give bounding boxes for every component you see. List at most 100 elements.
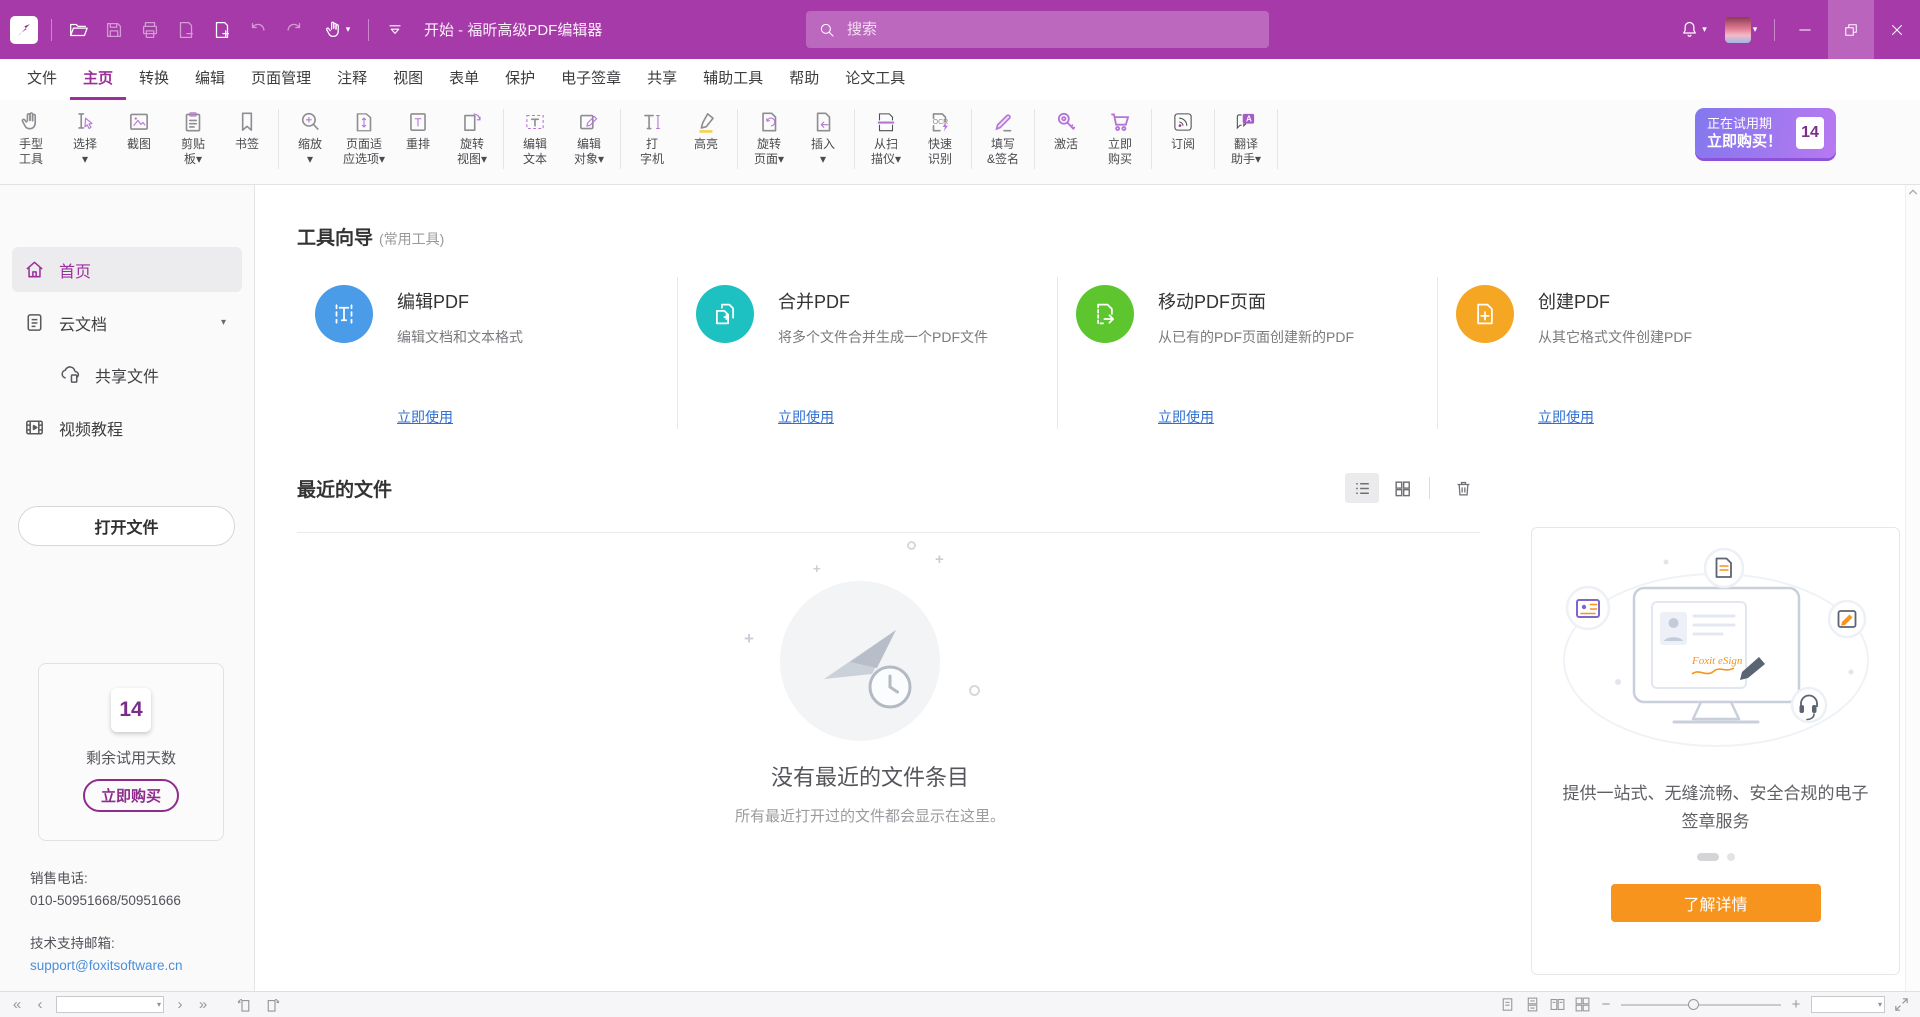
cloud-docs-caret-icon[interactable]: ▾	[221, 317, 226, 328]
user-avatar[interactable]	[1725, 17, 1751, 43]
rotate-pages-button[interactable]: 旋转 页面▾	[742, 107, 796, 169]
hand-tool-button[interactable]: 手型 工具	[4, 107, 58, 169]
next-view-icon[interactable]	[263, 996, 281, 1014]
menu-paper-tools[interactable]: 论文工具	[832, 61, 918, 100]
page-number-caret-icon[interactable]: ▾	[157, 1001, 161, 1009]
edit-object-button[interactable]: 编辑 对象▾	[562, 107, 616, 169]
sales-phone-label: 销售电话:	[30, 868, 181, 890]
use-now-link[interactable]: 立即使用	[1158, 407, 1214, 427]
previous-page-button[interactable]: ‹	[33, 997, 47, 1012]
content-scrollbar[interactable]	[1905, 185, 1920, 991]
single-page-view-icon[interactable]	[1499, 996, 1516, 1013]
learn-more-button[interactable]: 了解详情	[1611, 884, 1821, 922]
undo-button[interactable]	[241, 13, 275, 47]
facing-continuous-view-icon[interactable]	[1574, 996, 1591, 1013]
insert-pages-button[interactable]	[205, 13, 239, 47]
menu-edit[interactable]: 编辑	[182, 61, 238, 100]
clipboard-button[interactable]: 剪贴 板▾	[166, 107, 220, 169]
continuous-view-icon[interactable]	[1524, 996, 1541, 1013]
minimize-button[interactable]	[1782, 0, 1828, 59]
typewriter-button[interactable]: 打 字机	[625, 107, 679, 169]
account-button[interactable]: ▾	[1715, 13, 1767, 47]
bookmark-button[interactable]: 书签	[220, 107, 274, 154]
zoom-out-button[interactable]: −	[1599, 997, 1613, 1012]
rotate-view-button[interactable]: 旋转 视图▾	[445, 107, 499, 169]
sidebar-item-cloud-docs[interactable]: 云文档 ▾	[12, 300, 242, 345]
buy-now-pill-button[interactable]: 立即购买	[83, 779, 179, 812]
zoom-slider-handle[interactable]	[1688, 999, 1699, 1010]
card-edit-pdf[interactable]: 编辑PDF 编辑文档和文本格式 立即使用	[297, 277, 677, 429]
search-box[interactable]	[806, 11, 1269, 48]
notifications-button[interactable]: ▾	[1671, 13, 1715, 47]
menu-page-management[interactable]: 页面管理	[238, 61, 324, 100]
clear-recent-trash-button[interactable]	[1446, 473, 1480, 503]
page-number-input[interactable]	[57, 997, 157, 1012]
zoom-level-caret-icon[interactable]: ▾	[1878, 1001, 1882, 1009]
foxit-logo-icon[interactable]	[10, 16, 38, 44]
use-now-link[interactable]: 立即使用	[778, 407, 834, 427]
snapshot-button[interactable]: 截图	[112, 107, 166, 154]
save-button[interactable]	[97, 13, 131, 47]
menu-convert[interactable]: 转换	[126, 61, 182, 100]
open-file-button[interactable]	[61, 13, 95, 47]
search-input[interactable]	[845, 20, 1257, 39]
menu-comment[interactable]: 注释	[324, 61, 380, 100]
card-move-pdf-pages[interactable]: 移动PDF页面 从已有的PDF页面创建新的PDF 立即使用	[1057, 277, 1437, 429]
grid-view-button[interactable]	[1385, 473, 1419, 503]
sidebar-item-video-tutorials[interactable]: 视频教程	[12, 405, 242, 450]
buy-now-button[interactable]: 立即 购买	[1093, 107, 1147, 169]
support-email-link[interactable]: support@foxitsoftware.cn	[30, 955, 183, 977]
print-button[interactable]	[133, 13, 167, 47]
menu-protect[interactable]: 保护	[492, 61, 548, 100]
page-fit-options-button[interactable]: 页面适 应选项▾	[337, 107, 391, 169]
menu-esign[interactable]: 电子签章	[548, 61, 634, 100]
scroll-up-icon[interactable]	[1908, 188, 1918, 196]
quick-ocr-button[interactable]: OCR 快速 识别	[913, 107, 967, 169]
carousel-dot[interactable]	[1727, 853, 1735, 861]
previous-view-icon[interactable]	[236, 996, 254, 1014]
use-now-link[interactable]: 立即使用	[397, 407, 453, 427]
sidebar-item-home[interactable]: 首页	[12, 247, 242, 292]
list-view-button[interactable]	[1345, 473, 1379, 503]
hand-pointer-button[interactable]: ▾	[313, 13, 359, 47]
zoom-level-input[interactable]	[1812, 997, 1878, 1012]
next-page-button[interactable]: ›	[173, 997, 187, 1012]
zoom-slider[interactable]	[1621, 1004, 1781, 1006]
zoom-button[interactable]: 缩放 ▾	[283, 107, 337, 169]
menu-home[interactable]: 主页	[70, 61, 126, 100]
close-button[interactable]	[1874, 0, 1920, 59]
insert-button[interactable]: 插入 ▾	[796, 107, 850, 169]
select-tool-button[interactable]: 选择 ▾	[58, 107, 112, 169]
edit-text-button[interactable]: 编辑 文本	[508, 107, 562, 169]
zoom-in-button[interactable]: +	[1789, 997, 1803, 1012]
open-file-big-button[interactable]: 打开文件	[18, 506, 235, 546]
highlight-button[interactable]: 高亮	[679, 107, 733, 154]
menu-view[interactable]: 视图	[380, 61, 436, 100]
menu-accessibility[interactable]: 辅助工具	[690, 61, 776, 100]
from-scanner-button[interactable]: 从扫 描仪▾	[859, 107, 913, 169]
restore-button[interactable]	[1828, 0, 1874, 59]
sidebar-item-shared-files[interactable]: 共享文件	[12, 352, 242, 397]
menu-form[interactable]: 表单	[436, 61, 492, 100]
facing-view-icon[interactable]	[1549, 996, 1566, 1013]
subscribe-button[interactable]: 订阅	[1156, 107, 1210, 154]
translate-assistant-button[interactable]: A 翻译 助手▾	[1219, 107, 1273, 169]
use-now-link[interactable]: 立即使用	[1538, 407, 1594, 427]
fill-sign-button[interactable]: 填写 &签名	[976, 107, 1030, 169]
card-create-pdf[interactable]: 创建PDF 从其它格式文件创建PDF 立即使用	[1437, 277, 1817, 429]
trial-badge[interactable]: 正在试用期 立即购买！ 14	[1695, 108, 1836, 158]
redo-button[interactable]	[277, 13, 311, 47]
menu-share[interactable]: 共享	[634, 61, 690, 100]
fullscreen-icon[interactable]	[1893, 996, 1910, 1013]
carousel-dot-active[interactable]	[1697, 853, 1719, 861]
toolbar-group-separator	[1034, 109, 1035, 169]
menu-file[interactable]: 文件	[14, 61, 70, 100]
card-merge-pdf[interactable]: 合并PDF 将多个文件合并生成一个PDF文件 立即使用	[677, 277, 1057, 429]
activate-button[interactable]: 激活	[1039, 107, 1093, 154]
first-page-button[interactable]: «	[10, 997, 24, 1012]
menu-help[interactable]: 帮助	[776, 61, 832, 100]
reflow-button[interactable]: 重排	[391, 107, 445, 154]
delete-pages-button[interactable]	[169, 13, 203, 47]
last-page-button[interactable]: »	[196, 997, 210, 1012]
collapse-toolbar-button[interactable]	[378, 13, 412, 47]
